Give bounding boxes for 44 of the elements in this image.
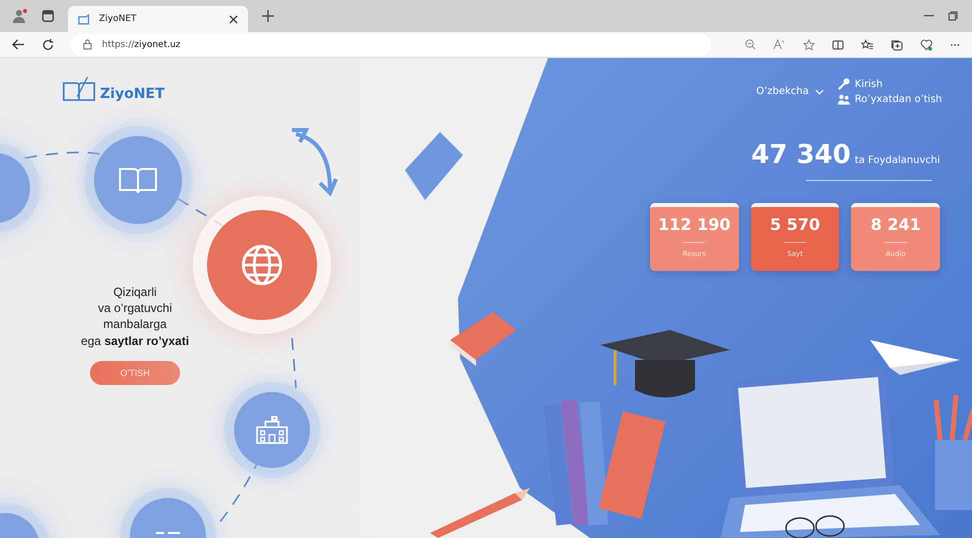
go-button[interactable]: O’TISH: [90, 360, 180, 385]
stat-value: 8 241: [870, 215, 921, 234]
icon-circle[interactable]: [207, 210, 317, 320]
dashed-connector: [290, 337, 298, 389]
close-icon[interactable]: [229, 14, 238, 24]
minimize-icon[interactable]: [924, 15, 934, 17]
users-icon: [838, 94, 850, 105]
tab-title: ZiyoNET: [99, 14, 136, 24]
browser-tab[interactable]: ZiyoNET: [68, 6, 248, 32]
collections-icon[interactable]: [891, 38, 903, 50]
restore-icon[interactable]: [948, 11, 958, 21]
promo-text: Qiziqarli va o’rgatuvchi manbalarga ega saytlar ro’yxati: [80, 284, 190, 349]
back-arrow-icon[interactable]: [12, 39, 25, 50]
more-icon[interactable]: [950, 42, 960, 46]
open-book-icon: [118, 165, 158, 195]
tab-actions-icon[interactable]: [42, 10, 54, 22]
split-screen-icon[interactable]: [832, 38, 844, 50]
language-dropdown[interactable]: O’zbekcha: [756, 86, 824, 97]
favorites-icon[interactable]: [861, 38, 874, 50]
chevron-down-icon: [814, 88, 824, 94]
login-link[interactable]: Kirish: [838, 78, 942, 90]
icon-circle[interactable]: [234, 392, 310, 468]
heart-extension-icon[interactable]: [920, 38, 933, 50]
lock-icon: [83, 39, 92, 50]
stat-value: 112 190: [658, 215, 731, 234]
logo-book-icon: [62, 76, 96, 102]
stat-value: 5 570: [770, 215, 820, 234]
curved-arrows-icon: [290, 128, 340, 198]
globe-icon: [240, 243, 284, 287]
reload-icon[interactable]: [42, 38, 54, 50]
register-link[interactable]: Ro’yxatdan o’tish: [838, 94, 942, 105]
icon-circle[interactable]: [94, 136, 182, 224]
zoom-icon[interactable]: [745, 39, 756, 50]
school-building-icon: [255, 416, 289, 444]
star-icon[interactable]: [803, 38, 815, 50]
read-aloud-icon[interactable]: [773, 39, 786, 50]
user-count: 47 340: [751, 140, 851, 170]
profile-icon[interactable]: [12, 8, 28, 24]
user-count-label: ta Foydalanuvchi: [854, 155, 940, 166]
key-icon: [838, 78, 850, 90]
site-favicon-icon: [78, 14, 92, 24]
new-tab-icon[interactable]: [262, 10, 274, 22]
address-field[interactable]: https://ziyonet.uz: [71, 34, 711, 56]
logo-text[interactable]: ZiyoNET: [100, 86, 165, 102]
